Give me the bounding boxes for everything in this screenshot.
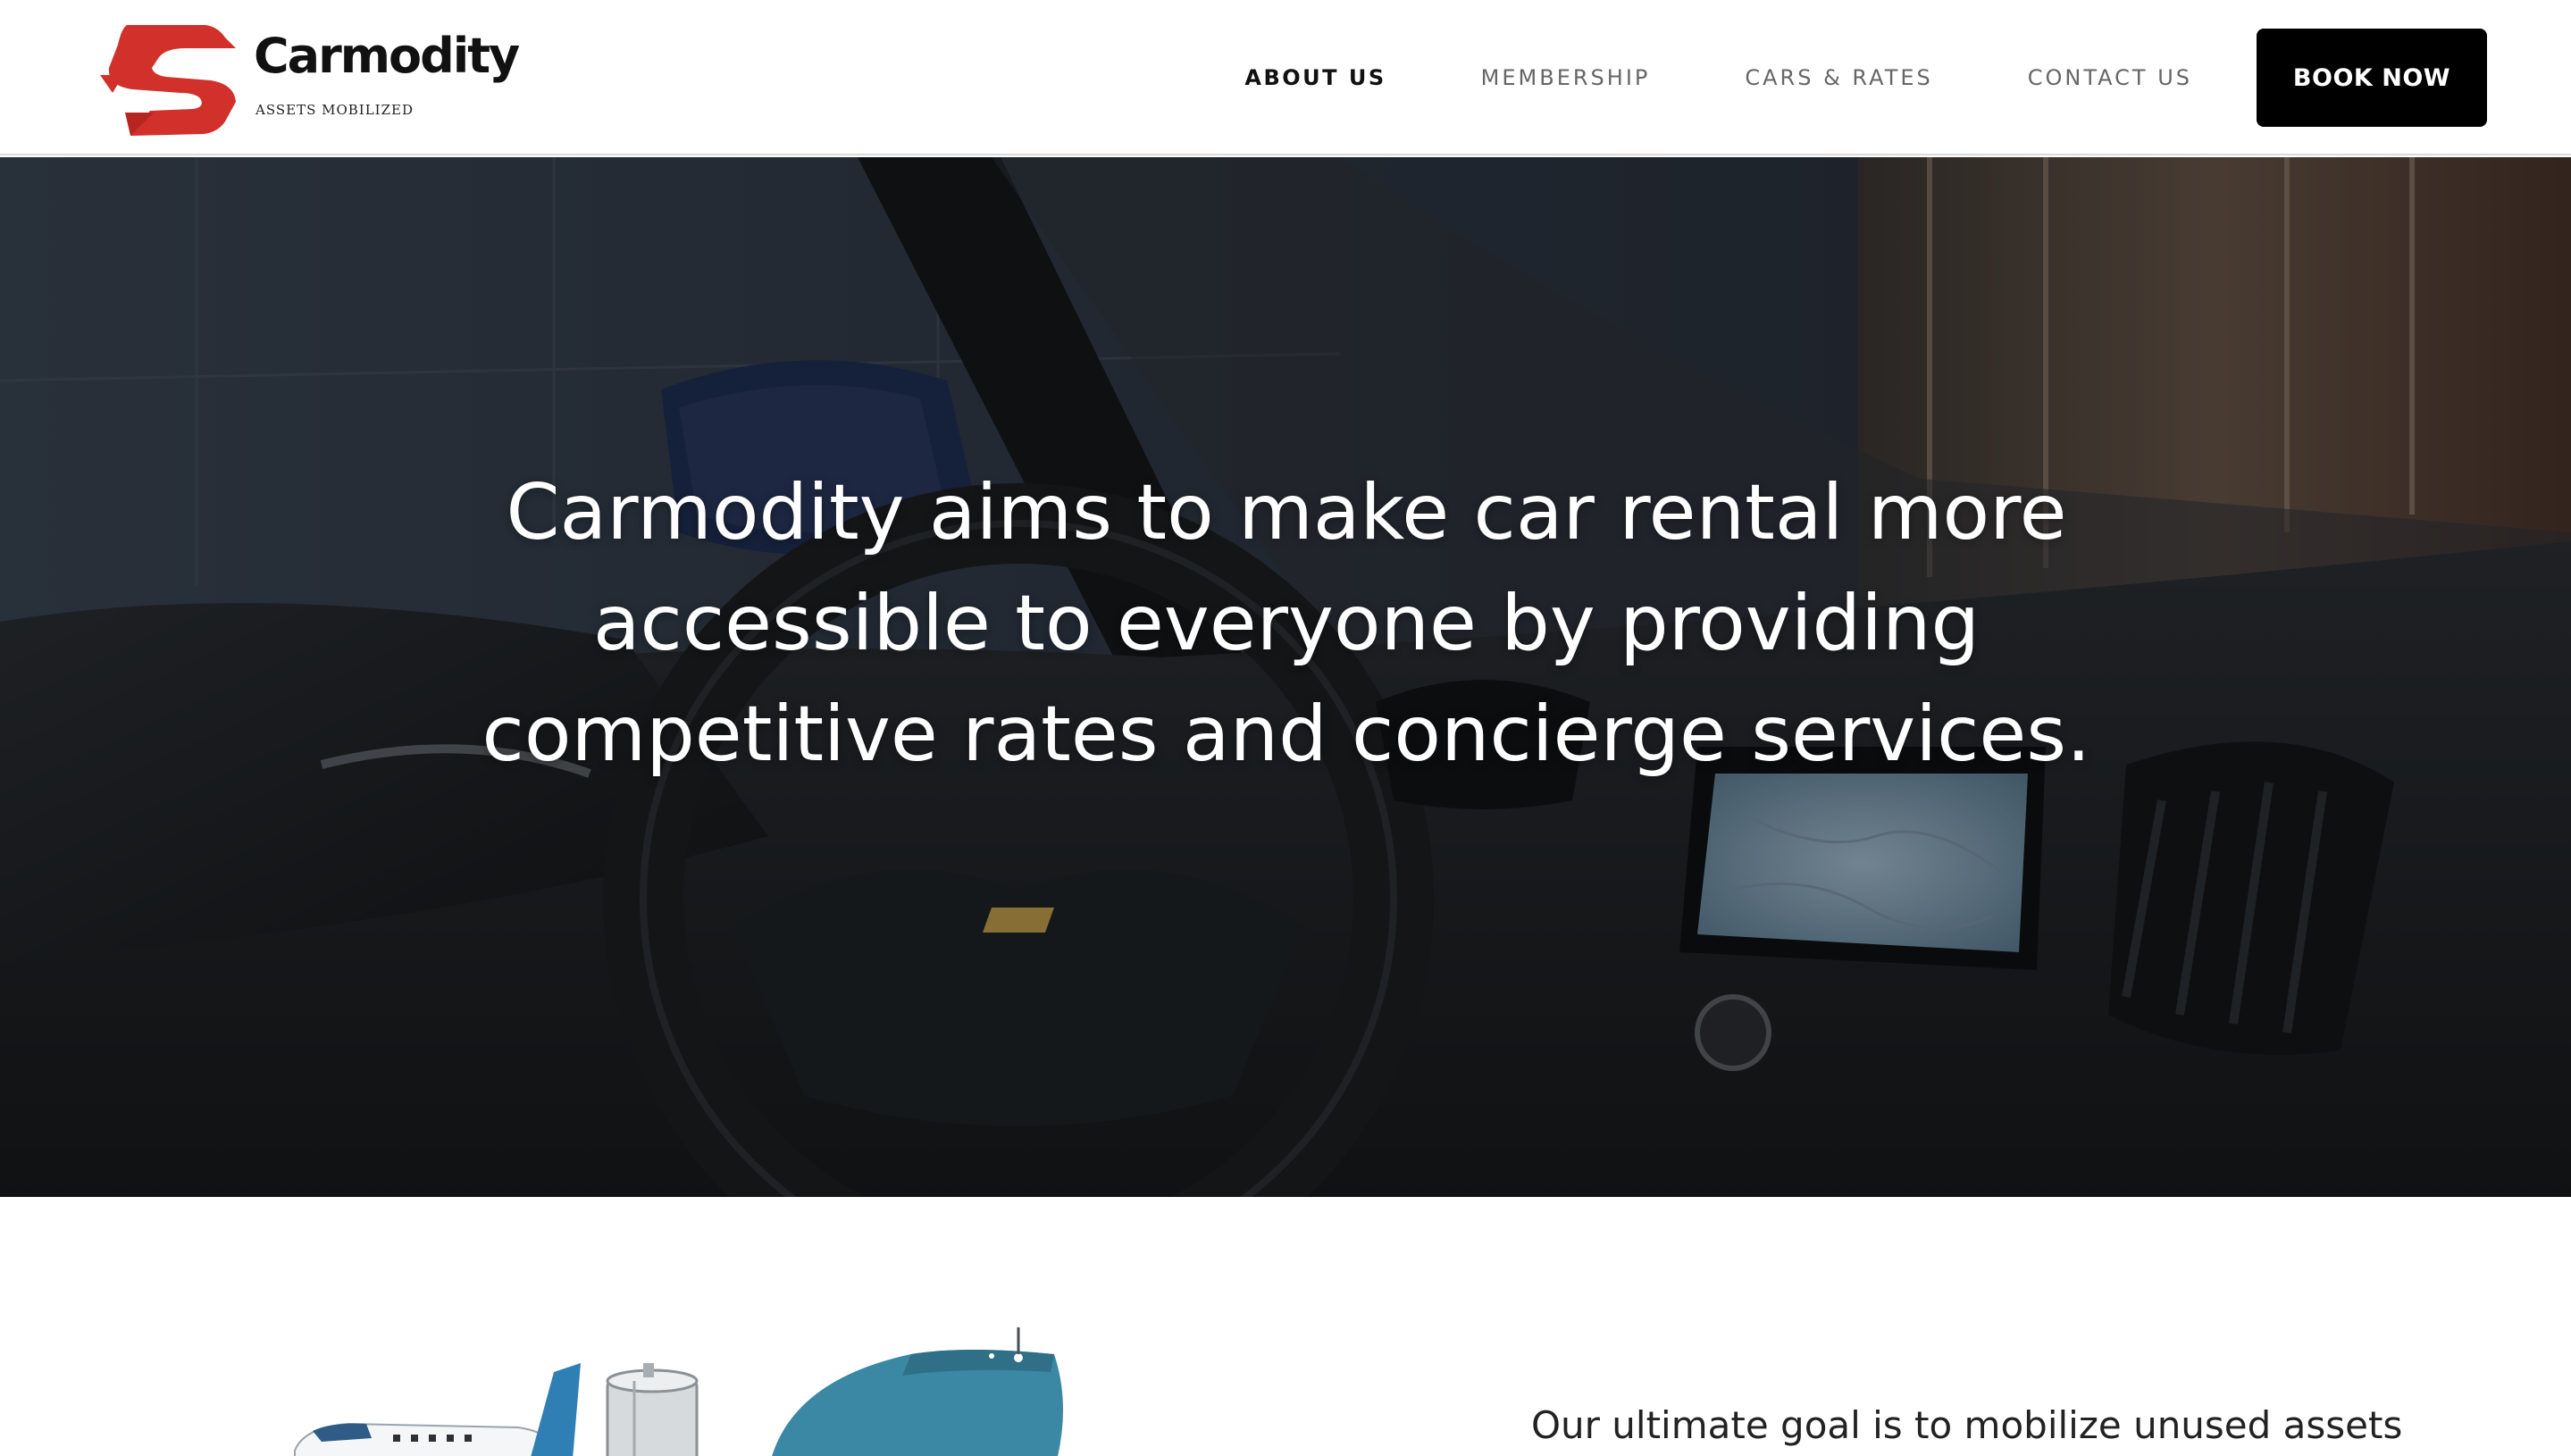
logo-tagline: ASSETS MOBILIZED xyxy=(255,102,415,118)
logo-mark-icon xyxy=(100,25,236,136)
goal-text: Our ultimate goal is to mobilize unused … xyxy=(1531,1403,2403,1447)
about-section: Our ultimate goal is to mobilize unused … xyxy=(0,1197,2571,1456)
nav-membership[interactable]: MEMBERSHIP xyxy=(1481,65,1651,90)
book-now-button[interactable]: BOOK NOW xyxy=(2257,29,2487,127)
nav-cars-rates[interactable]: CARS & RATES xyxy=(1745,65,1932,90)
logo-wordmark: Carmodity xyxy=(254,28,520,84)
hero-heading: Carmodity aims to make car rental more a… xyxy=(482,468,2091,779)
tanker-icon xyxy=(606,1363,699,1456)
site-header: Carmodity ASSETS MOBILIZED ABOUT US MEMB… xyxy=(0,0,2571,155)
airplane-icon xyxy=(294,1422,555,1456)
main-nav: ABOUT US MEMBERSHIP CARS & RATES CONTACT… xyxy=(1244,0,2487,155)
airplane-ship-tanker-illustration xyxy=(294,1327,1063,1456)
nav-contact-us[interactable]: CONTACT US xyxy=(2028,65,2192,90)
nav-about-us[interactable]: ABOUT US xyxy=(1244,65,1386,90)
hero-banner: Carmodity aims to make car rental more a… xyxy=(0,157,2571,1197)
ship-icon xyxy=(772,1327,1063,1456)
carmodity-logo[interactable]: Carmodity ASSETS MOBILIZED xyxy=(100,20,520,141)
